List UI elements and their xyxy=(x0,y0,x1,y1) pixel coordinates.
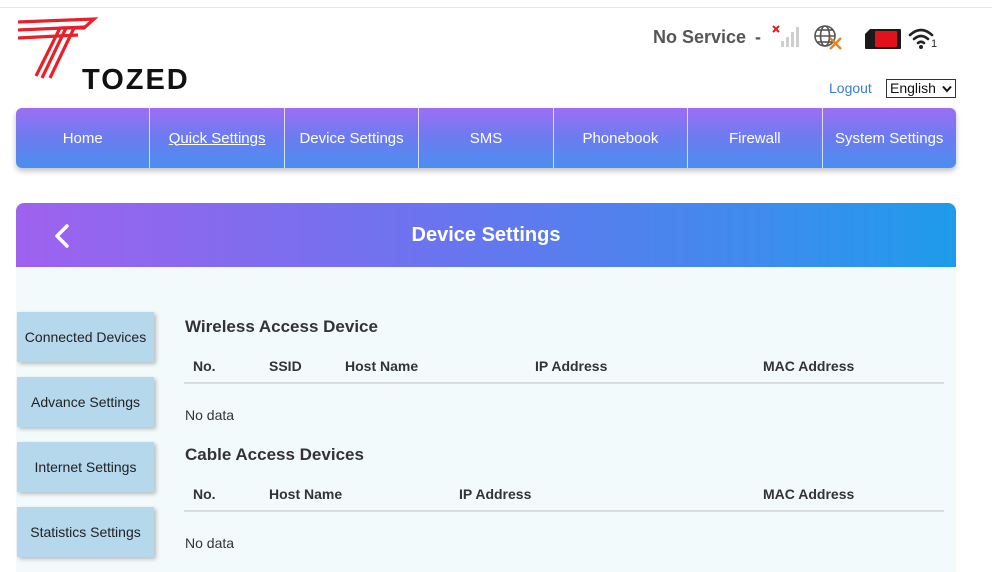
nav-home[interactable]: Home xyxy=(16,108,151,168)
column-header: Host Name xyxy=(345,358,419,374)
panel-body: Connected Devices Advance Settings Inter… xyxy=(16,267,956,572)
nav-quick-settings[interactable]: Quick Settings xyxy=(150,108,285,168)
column-header: IP Address xyxy=(535,358,608,374)
column-header: No. xyxy=(193,486,216,502)
network-status-text: No Service xyxy=(653,27,747,47)
column-header: IP Address xyxy=(459,486,532,502)
status-separator: - xyxy=(755,27,761,47)
column-header: SSID xyxy=(269,358,302,374)
globe-disconnected-icon xyxy=(814,25,842,50)
signal-no-service-icon xyxy=(772,25,799,47)
table-divider xyxy=(184,382,944,384)
chevron-down-icon xyxy=(942,85,952,93)
panel-header: Device Settings xyxy=(16,203,956,267)
nav-sms[interactable]: SMS xyxy=(419,108,554,168)
wireless-section-title: Wireless Access Device xyxy=(185,317,378,336)
language-select[interactable]: English xyxy=(886,79,956,98)
page-title: Device Settings xyxy=(411,224,561,246)
cable-section-title: Cable Access Devices xyxy=(185,445,364,464)
brand-logo: TOZED xyxy=(16,16,191,95)
table-divider xyxy=(184,510,944,512)
sidebar-item-statistics-settings[interactable]: Statistics Settings xyxy=(17,507,154,557)
nav-phonebook[interactable]: Phonebook xyxy=(554,108,689,168)
brand-name: TOZED xyxy=(82,64,190,96)
sidebar-item-advance-settings[interactable]: Advance Settings xyxy=(17,377,154,427)
column-header: MAC Address xyxy=(763,358,855,374)
sidebar-item-internet-settings[interactable]: Internet Settings xyxy=(17,442,154,492)
logout-link[interactable]: Logout xyxy=(829,80,872,96)
wireless-empty-text: No data xyxy=(185,407,235,423)
language-selected-value: English xyxy=(890,80,936,96)
column-header: Host Name xyxy=(269,486,343,502)
sidebar-item-connected-devices[interactable]: Connected Devices xyxy=(17,312,154,362)
main-nav: Home Quick Settings Device Settings SMS … xyxy=(16,108,956,168)
cable-empty-text: No data xyxy=(185,535,235,551)
nav-system-settings[interactable]: System Settings xyxy=(823,108,956,168)
column-header: MAC Address xyxy=(763,486,855,502)
nav-firewall[interactable]: Firewall xyxy=(688,108,823,168)
nav-device-settings[interactable]: Device Settings xyxy=(285,108,420,168)
sim-card-icon xyxy=(865,29,901,49)
wifi-client-count: 1 xyxy=(931,38,938,50)
top-divider xyxy=(0,7,992,8)
column-header: No. xyxy=(193,358,216,374)
